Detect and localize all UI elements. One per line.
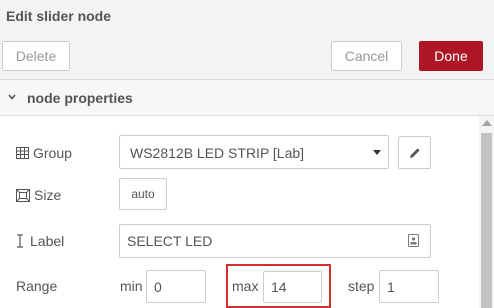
text-cursor-icon <box>17 234 23 248</box>
max-label: max <box>232 278 259 294</box>
label-row-label: Label <box>16 233 64 249</box>
size-button[interactable]: auto <box>119 178 167 210</box>
dialog-title: Edit slider node <box>6 8 112 24</box>
pencil-icon <box>410 148 420 158</box>
min-input[interactable] <box>146 270 206 303</box>
step-input[interactable] <box>379 270 439 303</box>
tray-header: Edit slider node <box>0 0 494 33</box>
caret-down-icon <box>373 150 381 155</box>
size-icon <box>16 188 30 202</box>
scroll-up-arrow-icon[interactable] <box>482 120 492 126</box>
done-button[interactable]: Done <box>419 41 483 71</box>
chevron-down-icon <box>8 94 16 100</box>
size-row-label: Size <box>16 187 61 203</box>
group-select-value: WS2812B LED STRIP [Lab] <box>130 145 305 161</box>
group-label: Group <box>33 145 72 161</box>
cancel-button[interactable]: Cancel <box>331 41 402 71</box>
label-label: Label <box>30 233 65 249</box>
min-label: min <box>120 278 143 294</box>
contact-card-icon <box>408 234 419 247</box>
edit-group-button[interactable] <box>398 136 431 169</box>
label-input[interactable] <box>119 224 431 258</box>
delete-button[interactable]: Delete <box>2 41 70 71</box>
group-select[interactable]: WS2812B LED STRIP [Lab] <box>119 135 389 169</box>
section-title: node properties <box>27 90 133 106</box>
edit-node-tray: Edit slider node Delete Cancel Done node… <box>0 0 494 308</box>
table-icon <box>16 147 29 159</box>
step-label: step <box>348 278 375 294</box>
range-label: Range <box>16 278 58 294</box>
node-properties-section-header[interactable]: node properties <box>0 80 494 116</box>
scrollbar-thumb[interactable] <box>481 133 492 308</box>
size-label: Size <box>34 187 62 203</box>
max-input[interactable] <box>263 271 322 303</box>
group-row-label: Group <box>16 145 72 161</box>
